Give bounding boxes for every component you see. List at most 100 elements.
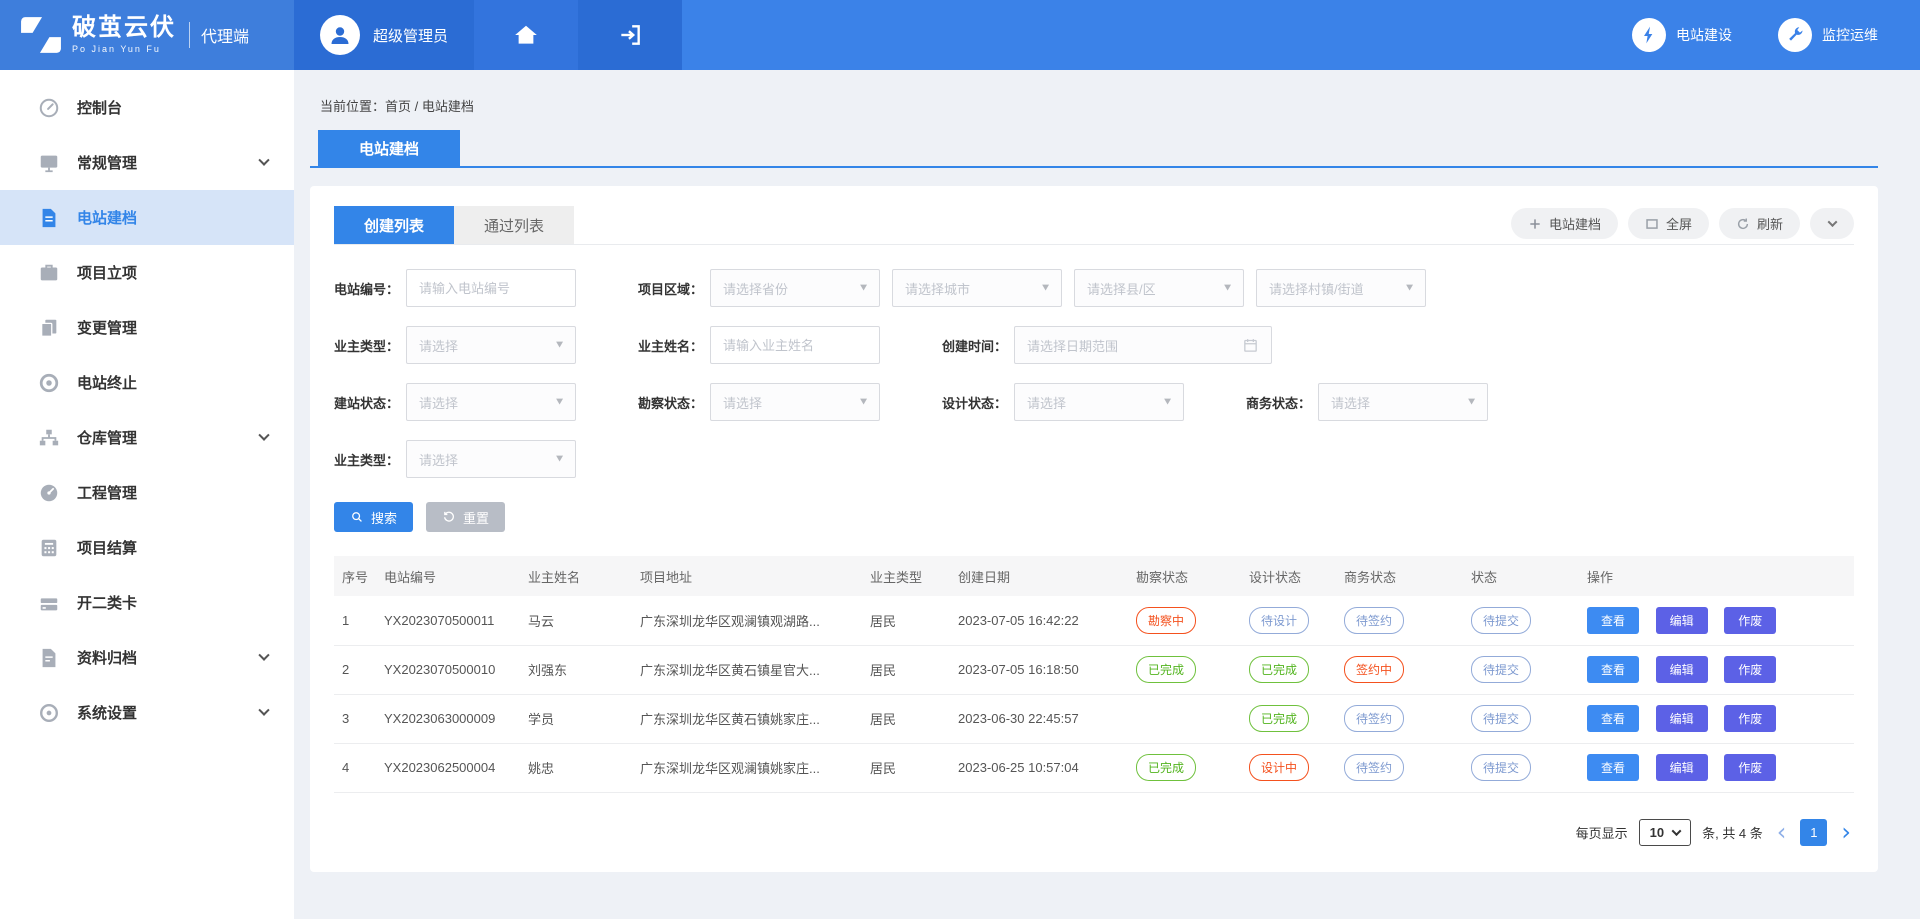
breadcrumb: 当前位置：首页 / 电站建档 [310,70,1878,115]
owner-type-select[interactable]: 请选择▼ [406,326,576,364]
settings-icon [38,702,60,724]
main-content: 当前位置：首页 / 电站建档 电站建档 创建列表 通过列表 电站建档 全 [294,70,1920,919]
caret-down-icon: ▼ [1406,284,1413,293]
page-number[interactable]: 1 [1800,819,1827,846]
sidebar-item-open-type2-card[interactable]: 开二类卡 [0,575,294,630]
briefcase-icon [38,262,60,284]
user-menu[interactable]: 超级管理员 [294,0,474,70]
content-card: 创建列表 通过列表 电站建档 全屏 刷新 [310,186,1878,872]
collapse-filters-button[interactable] [1810,208,1854,239]
edit-button[interactable]: 编辑 [1656,754,1708,781]
reset-icon [442,510,456,524]
chevron-down-icon [258,704,269,715]
owner-name-label: 业主姓名： [638,336,710,355]
copy-icon [38,317,60,339]
pagination: 每页显示 10 条, 共 4 条 ‹ 1 › [334,819,1854,846]
status-badge: 待提交 [1471,705,1531,732]
province-select[interactable]: 请选择省份▼ [710,269,880,307]
sidebar-item-warehouse-management[interactable]: 仓库管理 [0,410,294,465]
nav-monitoring[interactable]: 监控运维 [1778,18,1878,52]
caret-down-icon: ▼ [556,398,563,407]
county-select[interactable]: 请选择县/区▼ [1074,269,1244,307]
tab-passed-list[interactable]: 通过列表 [454,206,574,244]
invalid-button[interactable]: 作废 [1724,705,1776,732]
owner-name-input[interactable] [710,326,880,364]
user-name: 超级管理员 [373,25,448,46]
sidebar-item-station-filing[interactable]: 电站建档 [0,190,294,245]
next-page-button[interactable]: › [1838,821,1854,843]
sitemap-icon [38,427,60,449]
add-station-button[interactable]: 电站建档 [1511,208,1618,239]
refresh-button[interactable]: 刷新 [1719,208,1800,239]
chevron-down-icon [258,154,269,165]
city-select[interactable]: 请选择城市▼ [892,269,1062,307]
survey-status-label: 勘察状态： [638,393,710,412]
build-status-select[interactable]: 请选择▼ [406,383,576,421]
plus-icon [1528,217,1542,231]
survey-status-badge: 勘察中 [1136,607,1196,634]
edit-button[interactable]: 编辑 [1656,705,1708,732]
fullscreen-button[interactable]: 全屏 [1628,208,1709,239]
station-code: YX2023070500011 [376,596,520,645]
portal-label: 代理端 [201,23,249,47]
create-date: 2023-07-05 16:18:50 [950,645,1128,694]
design-status-badge: 设计中 [1249,754,1309,781]
edit-button[interactable]: 编辑 [1656,607,1708,634]
home-button[interactable] [474,0,578,70]
town-select[interactable]: 请选择村镇/街道▼ [1256,269,1426,307]
station-code: YX2023070500010 [376,645,520,694]
caret-down-icon: ▼ [1164,398,1171,407]
invalid-button[interactable]: 作废 [1724,754,1776,781]
table-row: 1 YX2023070500011 马云 广东深圳龙华区观澜镇观湖路... 居民… [334,596,1854,645]
invalid-button[interactable]: 作废 [1724,607,1776,634]
owner-type2-select[interactable]: 请选择▼ [406,440,576,478]
sidebar-item-engineering-management[interactable]: 工程管理 [0,465,294,520]
view-button[interactable]: 查看 [1587,705,1639,732]
station-code: YX2023062500004 [376,743,520,792]
per-page-select[interactable]: 10 [1639,819,1691,846]
business-status-badge: 待签约 [1344,705,1404,732]
page-tab-station-filing[interactable]: 电站建档 [318,130,460,166]
table-row: 4 YX2023062500004 姚忠 广东深圳龙华区观澜镇姚家庄... 居民… [334,743,1854,792]
row-no: 1 [334,596,376,645]
prev-page-button[interactable]: ‹ [1774,821,1790,843]
owner-name: 学员 [520,694,632,743]
nav-power-construction[interactable]: 电站建设 [1632,18,1732,52]
search-button[interactable]: 搜索 [334,502,413,532]
owner-type: 居民 [862,694,950,743]
invalid-button[interactable]: 作废 [1724,656,1776,683]
logout-button[interactable] [578,0,682,70]
sidebar-item-project-settlement[interactable]: 项目结算 [0,520,294,575]
sidebar-item-system-settings[interactable]: 系统设置 [0,685,294,740]
survey-status-select[interactable]: 请选择▼ [710,383,880,421]
view-button[interactable]: 查看 [1587,754,1639,781]
reset-button[interactable]: 重置 [426,502,505,532]
status-badge: 待提交 [1471,754,1531,781]
status-badge: 待提交 [1471,607,1531,634]
sidebar-item-general-management[interactable]: 常规管理 [0,135,294,190]
breadcrumb-path: 首页 / 电站建档 [385,99,474,114]
design-status-select[interactable]: 请选择▼ [1014,383,1184,421]
row-no: 3 [334,694,376,743]
date-range-picker[interactable]: 请选择日期范围 [1014,326,1272,364]
person-icon [328,23,352,47]
sidebar-item-change-management[interactable]: 变更管理 [0,300,294,355]
caret-down-icon: ▼ [1468,398,1475,407]
view-button[interactable]: 查看 [1587,607,1639,634]
edit-button[interactable]: 编辑 [1656,656,1708,683]
business-status-badge: 签约中 [1344,656,1404,683]
station-code-input[interactable] [406,269,576,307]
gauge-icon [38,97,60,119]
caret-down-icon: ▼ [556,455,563,464]
tab-create-list[interactable]: 创建列表 [334,206,454,244]
card-icon [38,592,60,614]
calendar-icon [1242,337,1259,354]
sidebar-item-station-termination[interactable]: 电站终止 [0,355,294,410]
sidebar-item-data-archive[interactable]: 资料归档 [0,630,294,685]
fullscreen-icon [1645,217,1659,231]
business-status-select[interactable]: 请选择▼ [1318,383,1488,421]
sidebar-item-project-initiation[interactable]: 项目立项 [0,245,294,300]
sidebar-item-console[interactable]: 控制台 [0,80,294,135]
caret-down-icon: ▼ [556,341,563,350]
view-button[interactable]: 查看 [1587,656,1639,683]
